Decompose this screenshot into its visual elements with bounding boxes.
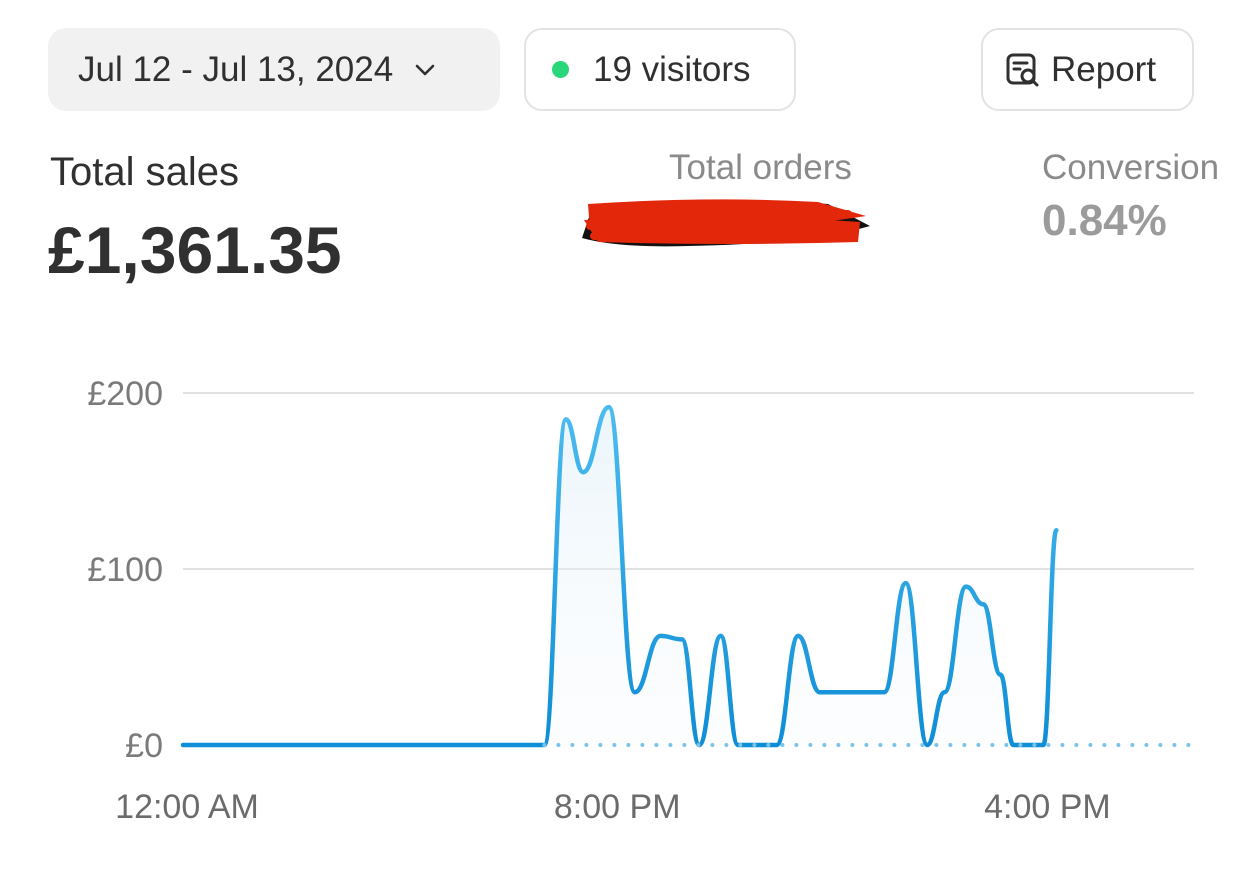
y-tick-label: £0	[125, 727, 163, 765]
y-tick-label: £100	[87, 551, 163, 589]
series-area	[183, 407, 1057, 745]
x-tick-label: 8:00 PM	[554, 788, 681, 826]
x-tick-label: 4:00 PM	[984, 788, 1111, 826]
y-tick-label: £200	[87, 375, 163, 413]
sales-line-chart: £200 £100 £0 12:00 AM 8:00 PM 4:00 PM	[87, 375, 1196, 826]
x-tick-label: 12:00 AM	[115, 788, 259, 826]
